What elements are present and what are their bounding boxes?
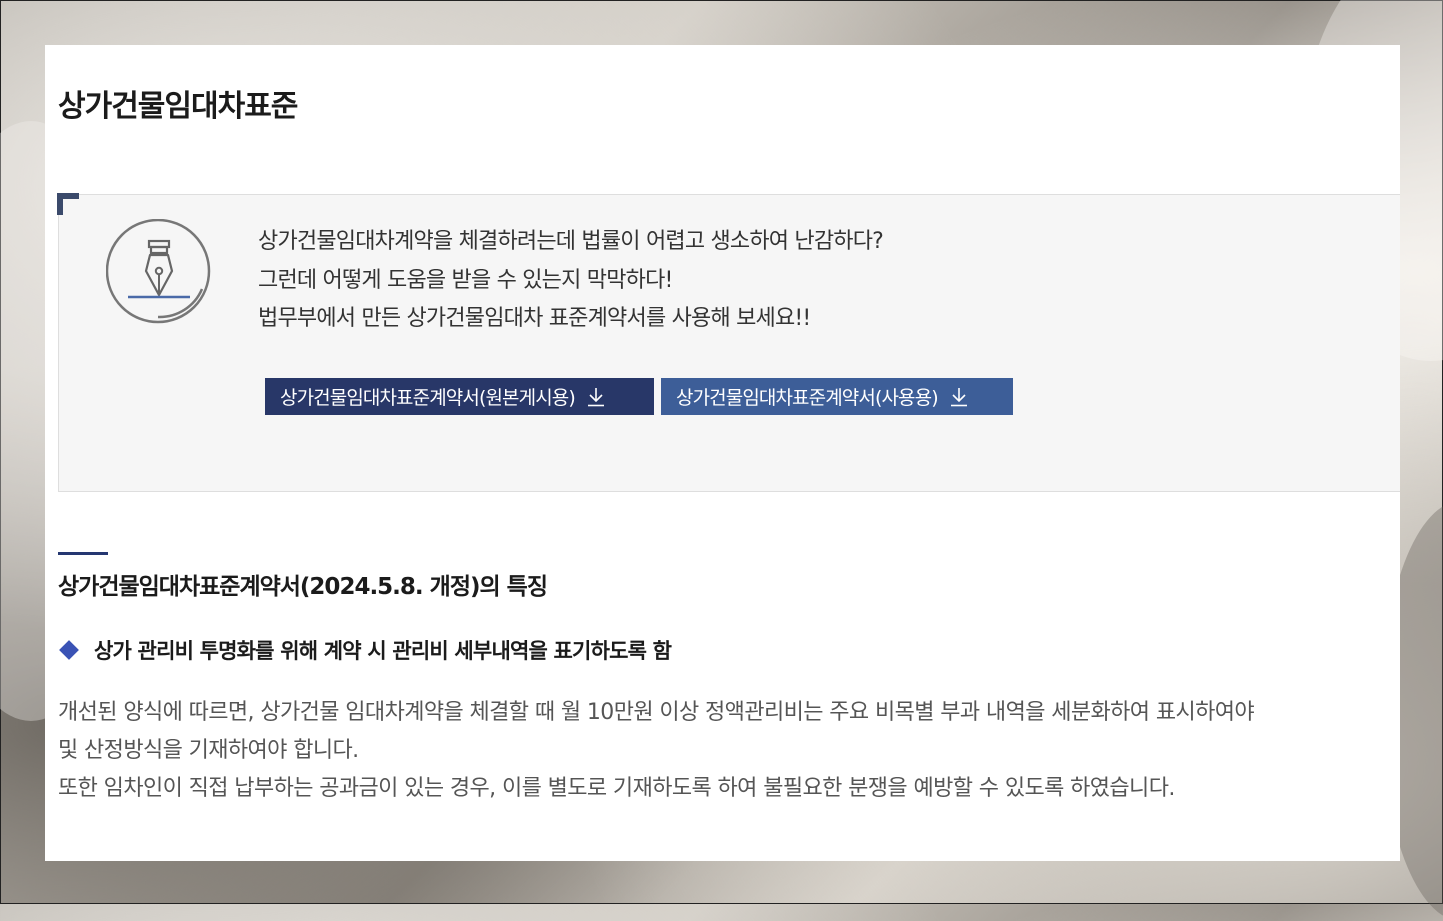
fountain-pen-icon bbox=[106, 219, 211, 324]
section-title: 상가건물임대차표준계약서(2024.5.8. 개정)의 특징 bbox=[58, 574, 548, 600]
download-original-label: 상가건물임대차표준계약서(원본게시용) bbox=[280, 387, 576, 409]
download-icon bbox=[950, 387, 967, 406]
diamond-bullet-icon bbox=[59, 640, 79, 660]
corner-mark bbox=[57, 193, 79, 215]
download-usage-label: 상가건물임대차표준계약서(사용용) bbox=[676, 387, 939, 409]
intro-text: 상가건물임대차계약을 체결하려는데 법률이 어렵고 생소하여 난감하다? 그런데… bbox=[258, 223, 884, 339]
body-line: 개선된 양식에 따르면, 상가건물 임대차계약을 체결할 때 월 10만원 이상… bbox=[58, 700, 1255, 725]
section-accent-bar bbox=[58, 552, 108, 555]
content-panel: 상가건물임대차표준 상가건물임대차계약을 체결하려는데 법률이 어렵고 생소하여… bbox=[45, 45, 1400, 861]
download-usage-button[interactable]: 상가건물임대차표준계약서(사용용) bbox=[661, 378, 1013, 415]
feature-body: 개선된 양식에 따르면, 상가건물 임대차계약을 체결할 때 월 10만원 이상… bbox=[58, 694, 1400, 808]
download-original-button[interactable]: 상가건물임대차표준계약서(원본게시용) bbox=[265, 378, 654, 415]
download-icon bbox=[587, 387, 604, 406]
intro-box: 상가건물임대차계약을 체결하려는데 법률이 어렵고 생소하여 난감하다? 그런데… bbox=[57, 193, 1400, 492]
intro-line: 법무부에서 만든 상가건물임대차 표준계약서를 사용해 보세요!! bbox=[258, 306, 811, 331]
feature-title: 상가 관리비 투명화를 위해 계약 시 관리비 세부내역을 표기하도록 함 bbox=[94, 639, 672, 663]
page-title: 상가건물임대차표준 bbox=[58, 89, 298, 124]
feature-heading: 상가 관리비 투명화를 위해 계약 시 관리비 세부내역을 표기하도록 함 bbox=[58, 635, 672, 665]
intro-line: 상가건물임대차계약을 체결하려는데 법률이 어렵고 생소하여 난감하다? bbox=[258, 229, 884, 254]
body-line: 및 산정방식을 기재하여야 합니다. bbox=[58, 738, 359, 763]
body-line: 또한 임차인이 직접 납부하는 공과금이 있는 경우, 이를 별도로 기재하도록… bbox=[58, 776, 1175, 801]
intro-line: 그런데 어떻게 도움을 받을 수 있는지 막막하다! bbox=[258, 267, 673, 293]
